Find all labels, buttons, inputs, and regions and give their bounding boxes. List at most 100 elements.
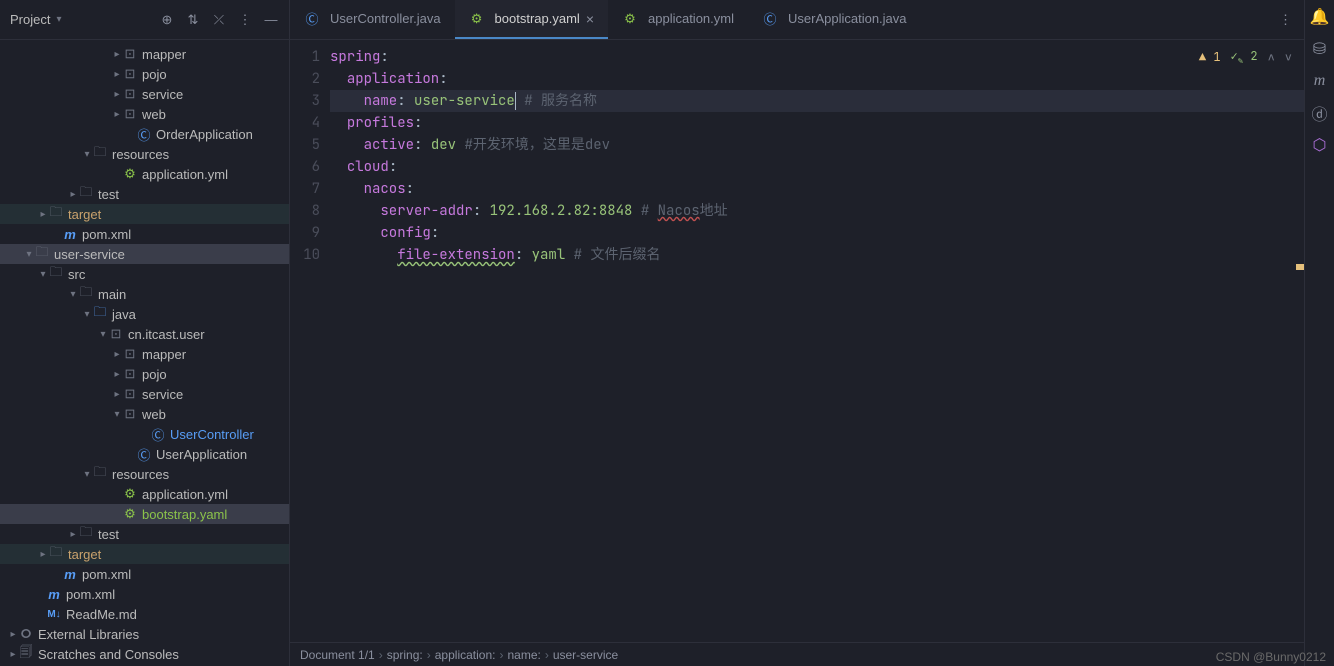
database-icon[interactable]: ⛁: [1311, 40, 1329, 58]
tree-arrow-icon[interactable]: [82, 309, 92, 320]
breadcrumb-item[interactable]: spring:: [387, 648, 423, 662]
tree-node[interactable]: 🗀resources: [0, 144, 289, 164]
tree-node[interactable]: ⚙application.yml: [0, 484, 289, 504]
tree-node[interactable]: 🗀resources: [0, 464, 289, 484]
tree-arrow-icon[interactable]: [112, 109, 122, 120]
tree-node[interactable]: M↓ReadMe.md: [0, 604, 289, 624]
code-line[interactable]: file-extension: yaml # 文件后缀名: [330, 244, 1304, 266]
tree-node[interactable]: 🗀src: [0, 264, 289, 284]
tree-arrow-icon[interactable]: [98, 329, 108, 340]
line-number[interactable]: 7: [290, 178, 320, 200]
tab[interactable]: ⒸUserApplication.java: [748, 0, 921, 39]
tree-node[interactable]: 🗀target: [0, 204, 289, 224]
tree-node[interactable]: 🗀user-service: [0, 244, 289, 264]
services-icon[interactable]: ⬡: [1311, 136, 1329, 154]
line-number[interactable]: 5: [290, 134, 320, 156]
tree-node[interactable]: 🗀java: [0, 304, 289, 324]
tree-node[interactable]: 🗀test: [0, 524, 289, 544]
tree-arrow-icon[interactable]: [8, 629, 18, 640]
tab[interactable]: ⒸUserController.java: [290, 0, 455, 39]
code-line[interactable]: name: user-service # 服务名称: [330, 90, 1304, 112]
line-number[interactable]: 10: [290, 244, 320, 266]
warning-stripe[interactable]: [1296, 264, 1304, 270]
tree-node[interactable]: mpom.xml: [0, 224, 289, 244]
editor-body[interactable]: 12345678910 ▲ 1 ✓✎ 2 ∧ ∨ spring: applica…: [290, 40, 1304, 642]
tree-arrow-icon[interactable]: [112, 409, 122, 420]
tree-node[interactable]: 🗀target: [0, 544, 289, 564]
tree-node[interactable]: ⊡mapper: [0, 44, 289, 64]
tree-node[interactable]: ⊡service: [0, 384, 289, 404]
tree-arrow-icon[interactable]: [8, 649, 18, 660]
tree-arrow-icon[interactable]: [112, 69, 122, 80]
tree-arrow-icon[interactable]: [112, 49, 122, 60]
tree-node[interactable]: ⊡mapper: [0, 344, 289, 364]
tree-node[interactable]: ⊡pojo: [0, 64, 289, 84]
more-icon[interactable]: ⋮: [237, 12, 253, 28]
tree-arrow-icon[interactable]: [68, 529, 78, 540]
notifications-icon[interactable]: 🔔: [1311, 8, 1329, 26]
tree-arrow-icon[interactable]: [112, 369, 122, 380]
expand-icon[interactable]: ⇅: [185, 12, 201, 28]
line-number[interactable]: 4: [290, 112, 320, 134]
typo-icon[interactable]: ✓✎ 2: [1231, 48, 1258, 66]
tree-arrow-icon[interactable]: [68, 189, 78, 200]
tree-node[interactable]: 🞇External Libraries: [0, 624, 289, 644]
code-line[interactable]: server-addr: 192.168.2.82:8848 # Nacos地址: [330, 200, 1304, 222]
breadcrumb-bar[interactable]: Document 1/1›spring:›application:›name:›…: [290, 642, 1304, 666]
locate-icon[interactable]: ⊕: [159, 12, 175, 28]
tree-arrow-icon[interactable]: [38, 269, 48, 280]
line-number[interactable]: 8: [290, 200, 320, 222]
collapse-icon[interactable]: ⤫: [211, 12, 227, 28]
code-line[interactable]: profiles:: [330, 112, 1304, 134]
minimize-icon[interactable]: —: [263, 12, 279, 28]
debug-icon[interactable]: ⓓ: [1311, 104, 1329, 122]
tree-node[interactable]: 🗀test: [0, 184, 289, 204]
tree-arrow-icon[interactable]: [24, 249, 34, 260]
tree-node[interactable]: ⒸOrderApplication: [0, 124, 289, 144]
code-line[interactable]: active: dev #开发环境，这里是dev: [330, 134, 1304, 156]
line-number[interactable]: 1: [290, 46, 320, 68]
maven-icon[interactable]: m: [1311, 72, 1329, 90]
tab-more-icon[interactable]: ⋮: [1279, 0, 1304, 39]
line-number[interactable]: 9: [290, 222, 320, 244]
tree-node[interactable]: mpom.xml: [0, 564, 289, 584]
code-line[interactable]: cloud:: [330, 156, 1304, 178]
code-line[interactable]: nacos:: [330, 178, 1304, 200]
next-highlight-icon[interactable]: ∨: [1285, 49, 1292, 65]
tab[interactable]: ⚙application.yml: [608, 0, 748, 39]
tree-node[interactable]: ⊡service: [0, 84, 289, 104]
warning-icon[interactable]: ▲ 1: [1199, 49, 1221, 65]
tree-arrow-icon[interactable]: [38, 209, 48, 220]
code-line[interactable]: application:: [330, 68, 1304, 90]
tree-node[interactable]: 🗀main: [0, 284, 289, 304]
tree-arrow-icon[interactable]: [38, 549, 48, 560]
tree-arrow-icon[interactable]: [82, 149, 92, 160]
prev-highlight-icon[interactable]: ∧: [1268, 49, 1275, 65]
line-number[interactable]: 2: [290, 68, 320, 90]
breadcrumb-item[interactable]: name:: [507, 648, 540, 662]
line-number[interactable]: 3: [290, 90, 320, 112]
tree-node[interactable]: mpom.xml: [0, 584, 289, 604]
code-line[interactable]: config:: [330, 222, 1304, 244]
tree-arrow-icon[interactable]: [112, 89, 122, 100]
tree-node[interactable]: ⊡web: [0, 404, 289, 424]
code-line[interactable]: spring:: [330, 46, 1304, 68]
breadcrumb-item[interactable]: application:: [435, 648, 496, 662]
breadcrumb-item[interactable]: user-service: [553, 648, 618, 662]
tab[interactable]: ⚙bootstrap.yaml×: [455, 0, 608, 39]
project-tree[interactable]: ⊡mapper⊡pojo⊡service⊡webⒸOrderApplicatio…: [0, 40, 289, 666]
tree-arrow-icon[interactable]: [112, 349, 122, 360]
tree-node[interactable]: ⒸUserController: [0, 424, 289, 444]
tree-node[interactable]: 🗐Scratches and Consoles: [0, 644, 289, 664]
tree-node[interactable]: ⊡pojo: [0, 364, 289, 384]
tree-node[interactable]: ⊡web: [0, 104, 289, 124]
editor-inspection-widget[interactable]: ▲ 1 ✓✎ 2 ∧ ∨: [1199, 48, 1292, 66]
breadcrumb-item[interactable]: Document 1/1: [300, 648, 375, 662]
tree-arrow-icon[interactable]: [82, 469, 92, 480]
close-icon[interactable]: ×: [586, 11, 594, 27]
tree-node[interactable]: ⚙application.yml: [0, 164, 289, 184]
line-number[interactable]: 6: [290, 156, 320, 178]
tree-node[interactable]: ⒸUserApplication: [0, 444, 289, 464]
code-area[interactable]: ▲ 1 ✓✎ 2 ∧ ∨ spring: application: name: …: [330, 40, 1304, 642]
tree-node[interactable]: ⚙bootstrap.yaml: [0, 504, 289, 524]
